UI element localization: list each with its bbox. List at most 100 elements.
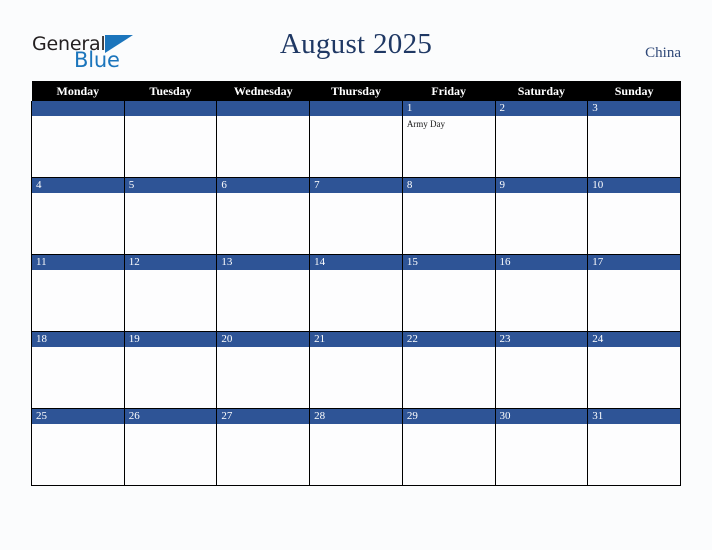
- day-number: 24: [588, 332, 680, 347]
- day-events: [588, 116, 680, 119]
- day-number: 3: [588, 101, 680, 116]
- day-events: [217, 424, 309, 427]
- day-events: [32, 193, 124, 196]
- calendar-week-row: 1 Army Day 2 3: [31, 101, 681, 178]
- calendar-day-cell[interactable]: 4: [31, 177, 125, 255]
- day-events: [217, 347, 309, 350]
- weekday-header-sunday: Sunday: [587, 81, 681, 101]
- calendar-day-cell[interactable]: 26: [123, 408, 218, 486]
- calendar-day-cell[interactable]: 9: [494, 177, 589, 255]
- calendar-day-cell[interactable]: 16: [494, 254, 589, 332]
- calendar-day-cell[interactable]: [309, 101, 403, 178]
- day-number: 25: [32, 409, 124, 424]
- day-number: [310, 101, 402, 116]
- calendar-grid: Monday Tuesday Wednesday Thursday Friday…: [31, 81, 681, 486]
- calendar-day-cell[interactable]: 10: [587, 177, 681, 255]
- calendar-day-cell[interactable]: 29: [401, 408, 496, 486]
- calendar-day-cell[interactable]: 27: [216, 408, 311, 486]
- calendar-day-cell[interactable]: 15: [401, 254, 496, 332]
- calendar-day-cell[interactable]: 21: [309, 331, 403, 409]
- day-number: 5: [124, 178, 217, 193]
- day-events: [310, 270, 402, 273]
- calendar-day-cell[interactable]: 12: [123, 254, 218, 332]
- calendar-day-cell[interactable]: 6: [216, 177, 311, 255]
- day-number: 22: [402, 332, 495, 347]
- calendar-day-cell[interactable]: 22: [401, 331, 496, 409]
- day-events: [217, 193, 309, 196]
- country-label: China: [645, 45, 681, 61]
- day-events: [125, 116, 217, 119]
- calendar-day-cell[interactable]: [31, 101, 125, 178]
- day-number: 11: [32, 255, 124, 270]
- day-number: [217, 101, 310, 116]
- day-number: 19: [124, 332, 217, 347]
- calendar-day-cell[interactable]: 14: [309, 254, 403, 332]
- day-events: [310, 424, 402, 427]
- calendar-page: General Blue August 2025 China Monday Tu…: [0, 0, 712, 550]
- day-events: [588, 347, 680, 350]
- day-events: [310, 193, 402, 196]
- day-events: [496, 347, 588, 350]
- day-events: [496, 116, 588, 119]
- day-number: 7: [310, 178, 402, 193]
- calendar-day-cell[interactable]: 18: [31, 331, 125, 409]
- day-events: [403, 347, 495, 350]
- calendar-day-cell[interactable]: 24: [587, 331, 681, 409]
- day-events: [32, 270, 124, 273]
- calendar-day-cell[interactable]: 19: [123, 331, 218, 409]
- day-number: 31: [588, 409, 680, 424]
- day-events: Army Day: [403, 116, 495, 130]
- calendar-day-cell[interactable]: [123, 101, 218, 178]
- calendar-week-row: 18 19 20 21 22 23 24: [31, 331, 681, 409]
- calendar-day-cell[interactable]: 3: [587, 101, 681, 178]
- day-number: 13: [217, 255, 310, 270]
- day-events: [496, 193, 588, 196]
- day-events: [310, 116, 402, 119]
- calendar-day-cell[interactable]: 2: [494, 101, 589, 178]
- calendar-day-cell[interactable]: 23: [494, 331, 589, 409]
- day-events: [217, 116, 309, 119]
- calendar-day-cell[interactable]: 1 Army Day: [401, 101, 496, 178]
- day-events: [125, 347, 217, 350]
- calendar-week-row: 25 26 27 28 29 30 31: [31, 408, 681, 486]
- page-header: General Blue August 2025 China: [0, 0, 712, 78]
- day-events: [496, 270, 588, 273]
- day-number: 23: [495, 332, 588, 347]
- day-events: [588, 270, 680, 273]
- page-title: August 2025: [279, 28, 433, 60]
- calendar-day-cell[interactable]: 20: [216, 331, 311, 409]
- day-number: 27: [217, 409, 310, 424]
- calendar-day-cell[interactable]: [216, 101, 311, 178]
- day-number: 10: [588, 178, 680, 193]
- day-number: 20: [217, 332, 310, 347]
- weekday-header-monday: Monday: [31, 81, 125, 101]
- day-number: 18: [32, 332, 124, 347]
- calendar-day-cell[interactable]: 30: [494, 408, 589, 486]
- day-number: 26: [124, 409, 217, 424]
- calendar-day-cell[interactable]: 5: [123, 177, 218, 255]
- day-events: [310, 347, 402, 350]
- day-number: 2: [495, 101, 588, 116]
- calendar-day-cell[interactable]: 8: [401, 177, 496, 255]
- day-events: [125, 193, 217, 196]
- weekday-header-wednesday: Wednesday: [216, 81, 310, 101]
- calendar-day-cell[interactable]: 31: [587, 408, 681, 486]
- day-events: [32, 116, 124, 119]
- calendar-day-cell[interactable]: 25: [31, 408, 125, 486]
- calendar-day-cell[interactable]: 7: [309, 177, 403, 255]
- day-events: [588, 193, 680, 196]
- day-events: [32, 347, 124, 350]
- calendar-day-cell[interactable]: 13: [216, 254, 311, 332]
- day-number: 14: [310, 255, 402, 270]
- day-number: 16: [495, 255, 588, 270]
- calendar-day-cell[interactable]: 28: [309, 408, 403, 486]
- day-events: [403, 193, 495, 196]
- day-number: 9: [495, 178, 588, 193]
- calendar-day-cell[interactable]: 11: [31, 254, 125, 332]
- day-events: [217, 270, 309, 273]
- day-events: [403, 424, 495, 427]
- calendar-week-row: 11 12 13 14 15 16 17: [31, 254, 681, 332]
- day-events: [588, 424, 680, 427]
- calendar-week-row: 4 5 6 7 8 9 10: [31, 177, 681, 255]
- calendar-day-cell[interactable]: 17: [587, 254, 681, 332]
